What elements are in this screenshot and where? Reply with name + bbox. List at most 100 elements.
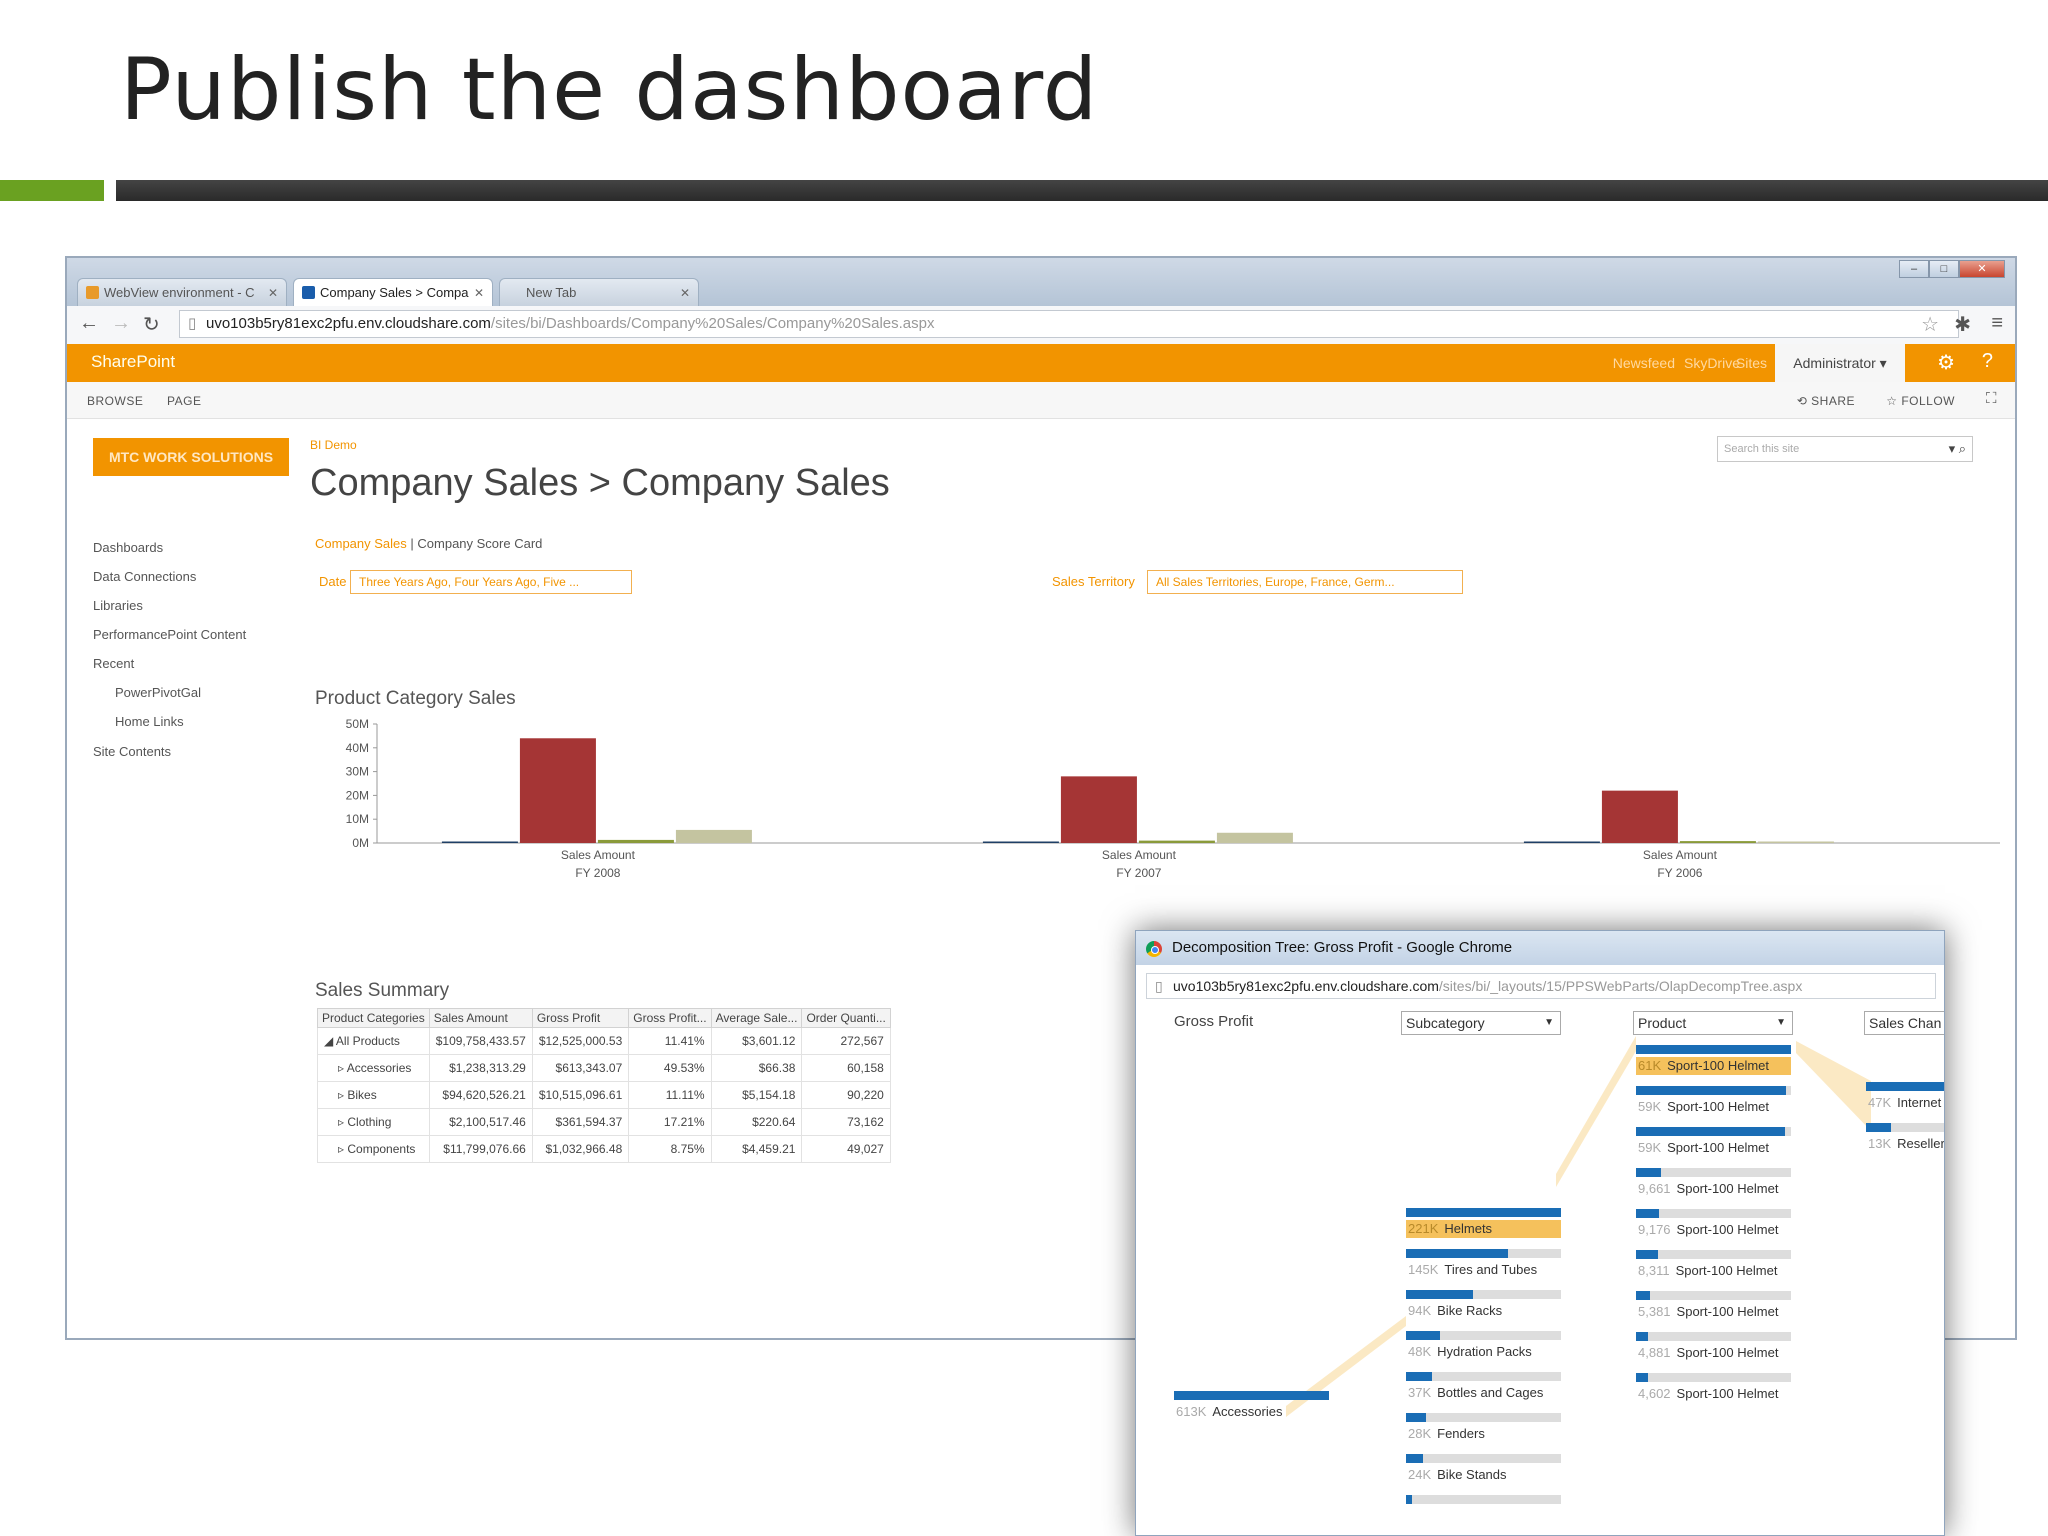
node-label: 24K Bike Stands bbox=[1406, 1466, 1561, 1484]
tab-company-sales[interactable]: Company Sales > Compa ✕ bbox=[293, 278, 493, 306]
nav-data-connections[interactable]: Data Connections bbox=[93, 569, 196, 584]
star-icon[interactable]: ☆ bbox=[1921, 312, 1939, 337]
summary-title: Sales Summary bbox=[315, 980, 450, 1001]
chart-bar bbox=[982, 841, 1059, 843]
nav-powerpivotgal[interactable]: PowerPivotGal bbox=[115, 685, 201, 700]
column-header[interactable]: Gross Profit... bbox=[628, 1008, 712, 1028]
table-row[interactable]: ▹ Accessories $1,238,313.29 $613,343.07 49.… bbox=[317, 1054, 891, 1082]
close-window-icon[interactable]: ✕ bbox=[1959, 260, 2005, 278]
tree-node[interactable]: 28K Fenders bbox=[1406, 1413, 1561, 1443]
nav-performancepoint-content[interactable]: PerformancePoint Content bbox=[93, 627, 246, 642]
tree-node[interactable]: 94K Bike Racks bbox=[1406, 1290, 1561, 1320]
nav-site-contents[interactable]: Site Contents bbox=[93, 744, 171, 759]
address-path: /sites/bi/Dashboards/Company%20Sales/Com… bbox=[490, 315, 935, 332]
date-filter-dropdown[interactable]: Three Years Ago, Four Years Ago, Five ..… bbox=[350, 570, 632, 594]
nav-recent[interactable]: Recent bbox=[93, 656, 134, 671]
tree-node[interactable]: 5,381 Sport-100 Helmet bbox=[1636, 1291, 1791, 1321]
extension-icon[interactable]: ✱ bbox=[1954, 312, 1971, 337]
column-header[interactable]: Order Quanti... bbox=[801, 1008, 891, 1028]
nav-home-links[interactable]: Home Links bbox=[115, 714, 184, 729]
gear-icon[interactable]: ⚙ bbox=[1937, 350, 1955, 375]
row-category[interactable]: ◢ All Products bbox=[317, 1027, 430, 1055]
skydrive-link[interactable]: SkyDrive bbox=[1684, 355, 1740, 371]
table-row[interactable]: ▹ Components $11,799,076.66 $1,032,966.48 8… bbox=[317, 1135, 891, 1163]
table-row[interactable]: ▹ Bikes $94,620,526.21 $10,515,096.61 11.11… bbox=[317, 1081, 891, 1109]
territory-filter-dropdown[interactable]: All Sales Territories, Europe, France, G… bbox=[1147, 570, 1463, 594]
row-category[interactable]: ▹ Components bbox=[317, 1135, 430, 1163]
minimize-icon[interactable]: – bbox=[1899, 260, 1929, 278]
table-row[interactable]: ▹ Clothing $2,100,517.46 $361,594.37 17.21%… bbox=[317, 1108, 891, 1136]
tree-node[interactable]: 145K Tires and Tubes bbox=[1406, 1249, 1561, 1279]
tree-node[interactable]: 24K Bike Stands bbox=[1406, 1454, 1561, 1484]
tree-node[interactable]: 221K Helmets bbox=[1406, 1208, 1561, 1238]
node-bar bbox=[1866, 1082, 1944, 1091]
product-dropdown[interactable]: Product ▼ bbox=[1633, 1011, 1793, 1035]
node-label: 37K Bottles and Cages bbox=[1406, 1384, 1561, 1402]
newsfeed-link[interactable]: Newsfeed bbox=[1613, 355, 1675, 371]
forward-arrow-icon[interactable]: → bbox=[111, 312, 131, 335]
user-menu[interactable]: Administrator ▾ bbox=[1775, 344, 1905, 382]
node-label: 94K Bike Racks bbox=[1406, 1302, 1561, 1320]
tab-webview-environment[interactable]: WebView environment - C ✕ bbox=[77, 278, 287, 306]
help-icon[interactable]: ? bbox=[1982, 350, 1993, 373]
column-header[interactable]: Average Sale... bbox=[710, 1008, 803, 1028]
search-input[interactable]: Search this site ▾ ⌕ bbox=[1717, 436, 1973, 462]
tree-node[interactable]: 37K Bottles and Cages bbox=[1406, 1372, 1561, 1402]
chart-bar bbox=[519, 738, 596, 843]
ribbon-tab-page[interactable]: PAGE bbox=[167, 394, 201, 408]
chart-bar bbox=[1216, 832, 1293, 843]
page-link-company-score-card[interactable]: Company Score Card bbox=[417, 536, 542, 551]
tree-node[interactable]: 4,602 Sport-100 Helmet bbox=[1636, 1373, 1791, 1403]
column-header[interactable]: Sales Amount bbox=[428, 1008, 533, 1028]
maximize-icon[interactable]: □ bbox=[1929, 260, 1959, 278]
breadcrumb[interactable]: BI Demo bbox=[310, 438, 357, 452]
tree-node[interactable]: 59K Sport-100 Helmet bbox=[1636, 1127, 1791, 1157]
row-category[interactable]: ▹ Bikes bbox=[317, 1081, 430, 1109]
column-header[interactable]: Gross Profit bbox=[531, 1008, 630, 1028]
node-text: Sport-100 Helmet bbox=[1676, 1222, 1779, 1237]
column-header[interactable]: Product Categories bbox=[317, 1008, 430, 1028]
tree-node[interactable]: 13K Reseller bbox=[1866, 1123, 1944, 1153]
node-text: Sport-100 Helmet bbox=[1676, 1345, 1779, 1360]
tab-new-tab[interactable]: New Tab ✕ bbox=[499, 278, 699, 306]
node-bar-track bbox=[1406, 1454, 1561, 1463]
tree-node[interactable]: 9,661 Sport-100 Helmet bbox=[1636, 1168, 1791, 1198]
address-bar[interactable]: ▯ uvo103b5ry81exc2pfu.env.cloudshare.com… bbox=[179, 310, 1959, 338]
row-category[interactable]: ▹ Accessories bbox=[317, 1054, 430, 1082]
dropdown-arrow-icon: ▼ bbox=[1776, 1017, 1786, 1028]
subcategory-dropdown[interactable]: Subcategory ▼ bbox=[1401, 1011, 1561, 1035]
node-label: 28K Fenders bbox=[1406, 1425, 1561, 1443]
nav-dashboards[interactable]: Dashboards bbox=[93, 540, 163, 555]
ribbon-tab-browse[interactable]: BROWSE bbox=[87, 394, 143, 408]
close-icon[interactable]: ✕ bbox=[268, 279, 278, 306]
tree-node[interactable]: 8,311 Sport-100 Helmet bbox=[1636, 1250, 1791, 1280]
sites-link[interactable]: Sites bbox=[1736, 355, 1767, 371]
row-category[interactable]: ▹ Clothing bbox=[317, 1108, 430, 1136]
tree-node[interactable]: 4,881 Sport-100 Helmet bbox=[1636, 1332, 1791, 1362]
focus-icon[interactable]: ⛶ bbox=[1986, 390, 1997, 407]
sharepoint-brand[interactable]: SharePoint bbox=[91, 352, 175, 372]
tree-node[interactable]: 613K Accessories bbox=[1174, 1391, 1329, 1421]
follow-button[interactable]: ☆ FOLLOW bbox=[1886, 394, 1955, 408]
share-button[interactable]: ⟲ SHARE bbox=[1797, 394, 1855, 408]
menu-icon[interactable]: ≡ bbox=[1991, 312, 2003, 335]
search-icon[interactable]: ▾ ⌕ bbox=[1949, 437, 1966, 461]
back-arrow-icon[interactable]: ← bbox=[79, 312, 99, 335]
node-value: 28K bbox=[1408, 1426, 1432, 1441]
table-row[interactable]: ◢ All Products $109,758,433.57 $12,525,000… bbox=[317, 1027, 891, 1055]
tree-node[interactable]: 48K Hydration Packs bbox=[1406, 1331, 1561, 1361]
tree-node[interactable]: 61K Sport-100 Helmet bbox=[1636, 1045, 1791, 1075]
site-logo[interactable]: MTC WORK SOLUTIONS bbox=[93, 438, 289, 476]
nav-libraries[interactable]: Libraries bbox=[93, 598, 143, 613]
tree-node[interactable]: 47K Internet bbox=[1866, 1082, 1944, 1112]
y-tick-label: 0M bbox=[352, 836, 369, 850]
tree-node[interactable]: 59K Sport-100 Helmet bbox=[1636, 1086, 1791, 1116]
tree-node[interactable] bbox=[1406, 1495, 1561, 1525]
tree-node[interactable]: 9,176 Sport-100 Helmet bbox=[1636, 1209, 1791, 1239]
page-link-company-sales[interactable]: Company Sales bbox=[315, 536, 407, 551]
close-icon[interactable]: ✕ bbox=[474, 279, 484, 306]
node-bar bbox=[1636, 1086, 1787, 1095]
reload-icon[interactable]: ↻ bbox=[143, 312, 160, 337]
sales-channel-dropdown[interactable]: Sales Chan bbox=[1864, 1011, 1944, 1035]
close-icon[interactable]: ✕ bbox=[680, 279, 690, 306]
